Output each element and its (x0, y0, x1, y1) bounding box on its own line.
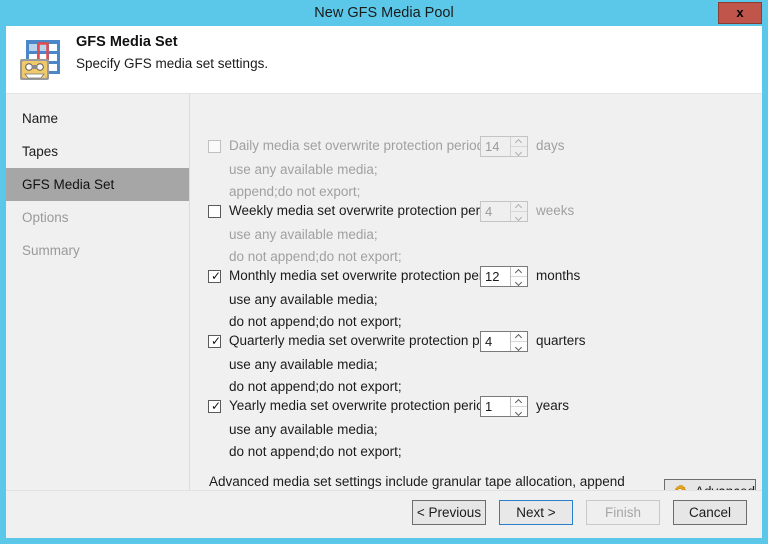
monthly-label: Monthly media set overwrite protection p… (229, 268, 506, 283)
yearly-sub-2: do not append;do not export; (229, 444, 402, 459)
quarterly-label: Quarterly media set overwrite protection… (229, 333, 514, 348)
dialog-body: Name Tapes GFS Media Set Options Summary… (6, 93, 762, 505)
monthly-unit: months (536, 268, 581, 283)
sidebar-item-gfs-media-set[interactable]: GFS Media Set (6, 168, 189, 201)
sidebar-item-options: Options (22, 210, 69, 225)
daily-spinner-buttons (510, 137, 527, 156)
monthly-checkbox[interactable]: ✓ (208, 269, 222, 283)
daily-sub-1: use any available media; (229, 162, 378, 177)
quarterly-unit: quarters (536, 333, 586, 348)
sidebar-item-tapes[interactable]: Tapes (6, 135, 189, 168)
sidebar-item-summary: Summary (22, 243, 80, 258)
cancel-button[interactable]: Cancel (673, 500, 747, 525)
monthly-sub-1: use any available media; (229, 292, 378, 307)
weekly-sub-2: do not append;do not export; (229, 249, 402, 264)
quarterly-spinner-up[interactable] (511, 332, 527, 342)
finish-button: Finish (586, 500, 660, 525)
monthly-spinner[interactable]: 12 (480, 266, 528, 287)
monthly-value[interactable]: 12 (485, 267, 499, 286)
dialog-frame: GFS Media Set Specify GFS media set sett… (6, 26, 762, 538)
title-bar: New GFS Media Pool x (0, 0, 768, 26)
yearly-unit: years (536, 398, 570, 413)
page-subtitle: Specify GFS media set settings. (76, 56, 269, 71)
yearly-check-mark: ✓ (211, 399, 222, 413)
yearly-spinner-buttons[interactable] (510, 397, 527, 416)
weekly-unit: weeks (536, 203, 575, 218)
next-button[interactable]: Next > (499, 500, 573, 525)
dialog-footer: < Previous Next > Finish Cancel (6, 490, 762, 538)
daily-sub-2: append;do not export; (229, 184, 361, 199)
weekly-checkbox[interactable] (208, 205, 221, 218)
quarterly-check-mark: ✓ (211, 334, 222, 348)
weekly-spinner-down (511, 212, 527, 221)
yearly-checkbox[interactable]: ✓ (208, 399, 222, 413)
daily-value: 14 (485, 139, 500, 154)
weekly-spinner-up (511, 202, 527, 212)
monthly-spinner-up[interactable] (511, 267, 527, 277)
new-gfs-media-pool-dialog: New GFS Media Pool x GFS Media Set Speci… (0, 0, 768, 544)
monthly-spinner-buttons[interactable] (510, 267, 527, 286)
quarterly-spinner[interactable]: 4 (480, 331, 528, 352)
gfs-options-panel: Daily media set overwrite protection per… (191, 94, 762, 505)
yearly-sub-1: use any available media; (229, 422, 378, 437)
quarterly-sub-2: do not append;do not export; (229, 379, 402, 394)
monthly-sub-2: do not append;do not export; (229, 314, 402, 329)
weekly-value: 4 (485, 204, 493, 219)
window-title: New GFS Media Pool (314, 5, 454, 21)
close-icon[interactable]: x (718, 2, 762, 24)
page-title: GFS Media Set (76, 34, 178, 50)
dialog-header: GFS Media Set Specify GFS media set sett… (6, 26, 762, 93)
daily-unit: days (536, 138, 565, 153)
daily-spinner-up (511, 137, 527, 147)
quarterly-spinner-down[interactable] (511, 342, 527, 351)
yearly-value[interactable]: 1 (485, 397, 492, 416)
weekly-label: Weekly media set overwrite protection pe… (229, 203, 502, 218)
yearly-spinner-down[interactable] (511, 407, 527, 416)
quarterly-checkbox[interactable]: ✓ (208, 334, 222, 348)
previous-button[interactable]: < Previous (412, 500, 486, 525)
weekly-sub-1: use any available media; (229, 227, 378, 242)
daily-checkbox (208, 140, 221, 153)
monthly-check-mark: ✓ (211, 269, 222, 283)
calendar-tape-icon (14, 32, 70, 88)
monthly-spinner-down[interactable] (511, 277, 527, 286)
yearly-spinner-up[interactable] (511, 397, 527, 407)
sidebar-item-name[interactable]: Name (6, 102, 189, 135)
weekly-spinner-buttons (510, 202, 527, 221)
quarterly-value[interactable]: 4 (485, 332, 492, 351)
daily-label: Daily media set overwrite protection per… (229, 138, 488, 153)
yearly-label: Yearly media set overwrite protection pe… (229, 398, 495, 413)
daily-spinner-down (511, 147, 527, 156)
weekly-spinner: 4 (480, 201, 528, 222)
quarterly-spinner-buttons[interactable] (510, 332, 527, 351)
quarterly-sub-1: use any available media; (229, 357, 378, 372)
yearly-spinner[interactable]: 1 (480, 396, 528, 417)
wizard-step-nav: Name Tapes GFS Media Set Options Summary (6, 94, 190, 490)
daily-spinner: 14 (480, 136, 528, 157)
